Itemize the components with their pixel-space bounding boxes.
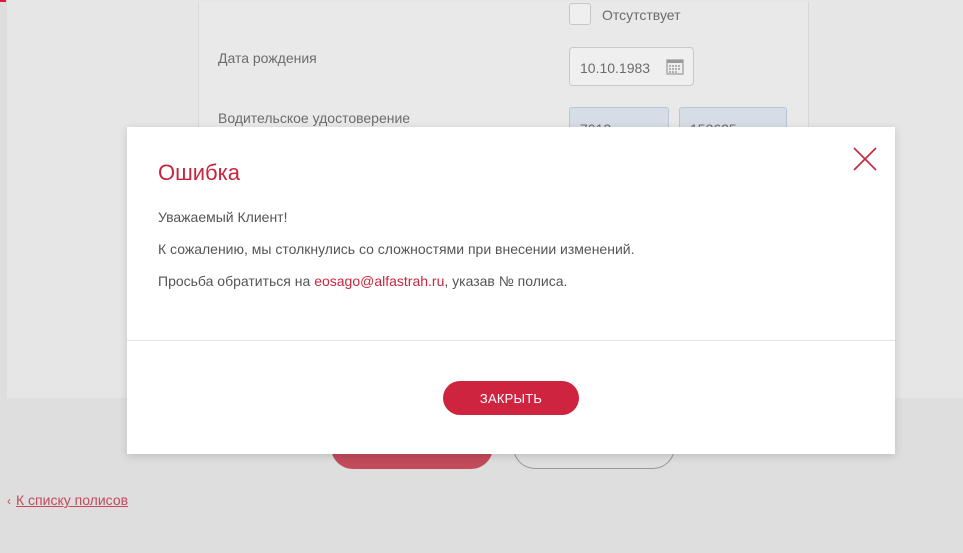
back-link-label: К списку полисов: [16, 492, 129, 508]
modal-greeting: Уважаемый Клиент!: [158, 209, 288, 225]
chevron-left-icon: ‹: [7, 494, 11, 508]
calendar-icon[interactable]: [666, 58, 684, 75]
modal-divider: [127, 340, 895, 341]
email-link[interactable]: eosago@alfastrah.ru: [314, 273, 444, 289]
error-modal: Ошибка Уважаемый Клиент! К сожалению, мы…: [127, 127, 895, 454]
contact-suffix: , указав № полиса.: [444, 273, 568, 289]
dob-value: 10.10.1983: [580, 60, 651, 76]
modal-message: К сожалению, мы столкнулись со сложностя…: [158, 241, 635, 257]
modal-contact-line: Просьба обратиться на eosago@alfastrah.r…: [158, 273, 567, 289]
dob-label: Дата рождения: [218, 50, 317, 66]
close-button[interactable]: ЗАКРЫТЬ: [443, 381, 579, 415]
absent-checkbox[interactable]: [569, 3, 591, 25]
contact-prefix: Просьба обратиться на: [158, 273, 315, 289]
back-to-policies-link[interactable]: ‹ К списку полисов: [7, 492, 128, 508]
absent-checkbox-label: Отсутствует: [602, 7, 681, 23]
dob-input[interactable]: 10.10.1983: [569, 47, 694, 86]
license-label: Водительское удостоверение: [218, 110, 411, 126]
modal-title: Ошибка: [158, 160, 240, 185]
top-accent: [0, 0, 6, 2]
close-icon[interactable]: [851, 145, 879, 173]
